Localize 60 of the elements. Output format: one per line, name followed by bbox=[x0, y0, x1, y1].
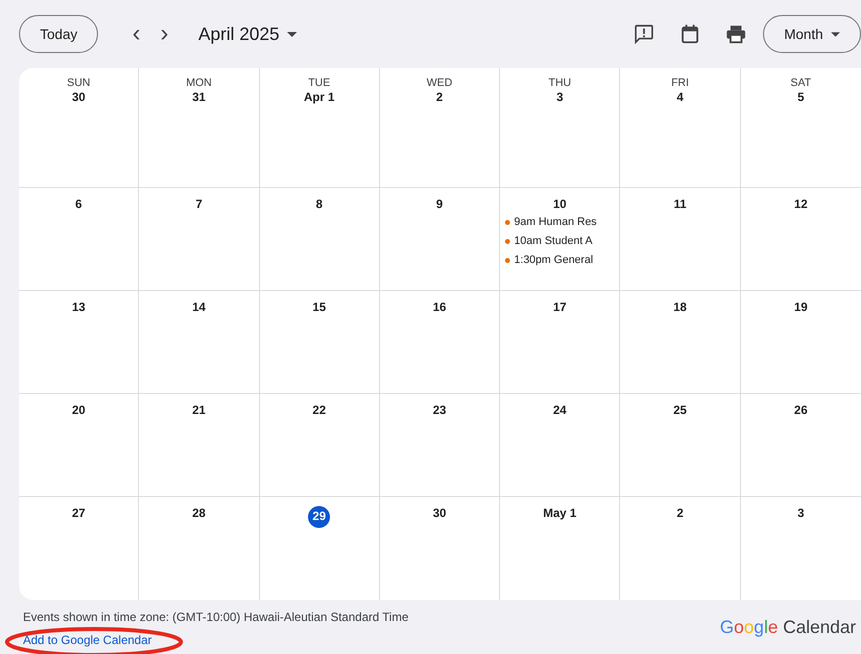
day-number[interactable]: 10 bbox=[553, 197, 566, 213]
weekday-label: SUN bbox=[67, 77, 90, 90]
day-number[interactable]: 26 bbox=[794, 403, 808, 419]
day-number[interactable]: 16 bbox=[432, 300, 446, 316]
day-number[interactable]: May 1 bbox=[543, 506, 576, 522]
month-title[interactable]: April 2025 bbox=[198, 20, 280, 48]
weekday-label: SAT bbox=[790, 77, 812, 90]
day-number[interactable]: 13 bbox=[72, 300, 86, 316]
day-number[interactable]: 15 bbox=[312, 300, 326, 316]
day-number[interactable]: Apr 1 bbox=[304, 90, 335, 106]
weekday-label: THU bbox=[548, 77, 572, 90]
weekday-label: TUE bbox=[308, 77, 330, 90]
feedback-icon[interactable] bbox=[633, 23, 656, 45]
day-number[interactable]: 23 bbox=[432, 403, 446, 419]
day-number[interactable]: 12 bbox=[794, 197, 808, 213]
day-number[interactable]: 22 bbox=[312, 403, 326, 419]
google-calendar-logo: Google Calendar bbox=[720, 616, 856, 639]
event-dot-icon bbox=[505, 258, 510, 263]
day-number[interactable]: 27 bbox=[72, 506, 86, 522]
weekday-label: WED bbox=[426, 77, 452, 90]
day-number[interactable]: 20 bbox=[72, 403, 86, 419]
day-number[interactable]: 25 bbox=[673, 403, 687, 419]
day-number[interactable]: 24 bbox=[553, 403, 566, 419]
day-number[interactable]: 14 bbox=[192, 300, 206, 316]
event-dot-icon bbox=[505, 220, 510, 225]
dropdown-caret-icon bbox=[831, 32, 840, 36]
day-number[interactable]: 7 bbox=[196, 197, 202, 213]
day-number[interactable]: 31 bbox=[192, 90, 206, 106]
day-number[interactable]: 28 bbox=[192, 506, 206, 522]
day-number[interactable]: 2 bbox=[436, 90, 443, 106]
view-dropdown[interactable]: Month bbox=[763, 15, 861, 53]
day-number[interactable]: 11 bbox=[674, 197, 686, 213]
day-number[interactable]: 8 bbox=[316, 197, 323, 213]
day-number[interactable]: 18 bbox=[673, 300, 687, 316]
timezone-note: Events shown in time zone: (GMT-10:00) Hawaii-Aleutian Standard Time bbox=[23, 609, 409, 626]
event-dot-icon bbox=[505, 238, 510, 244]
day-number[interactable]: 3 bbox=[556, 90, 564, 106]
today-button[interactable]: Today bbox=[19, 15, 98, 53]
day-number[interactable]: 30 bbox=[72, 90, 86, 106]
day-number[interactable]: 6 bbox=[75, 197, 82, 213]
calendar-event[interactable]: 10am Student A bbox=[514, 232, 592, 251]
previous-button[interactable]: ‹ bbox=[122, 22, 150, 46]
calendar-event[interactable]: 9am Human Res bbox=[514, 212, 597, 232]
weekday-label: FRI bbox=[671, 77, 689, 90]
dropdown-caret-icon[interactable] bbox=[287, 32, 298, 36]
next-button[interactable]: › bbox=[150, 22, 178, 46]
day-number[interactable]: 19 bbox=[794, 300, 808, 316]
calendar-event[interactable]: 1:30pm General bbox=[514, 250, 594, 270]
day-number[interactable]: 5 bbox=[798, 90, 804, 106]
day-number[interactable]: 17 bbox=[553, 300, 566, 316]
day-number[interactable]: 30 bbox=[432, 506, 446, 522]
day-number[interactable]: 4 bbox=[676, 90, 684, 106]
day-number[interactable]: 3 bbox=[798, 506, 804, 522]
day-number[interactable]: 9 bbox=[436, 197, 443, 213]
day-number[interactable]: 2 bbox=[676, 506, 684, 522]
print-icon[interactable] bbox=[725, 23, 748, 45]
calendar-icon[interactable] bbox=[679, 23, 702, 45]
today-date[interactable]: 29 bbox=[308, 506, 330, 528]
day-number[interactable]: 21 bbox=[192, 403, 206, 419]
weekday-label: MON bbox=[186, 77, 212, 90]
